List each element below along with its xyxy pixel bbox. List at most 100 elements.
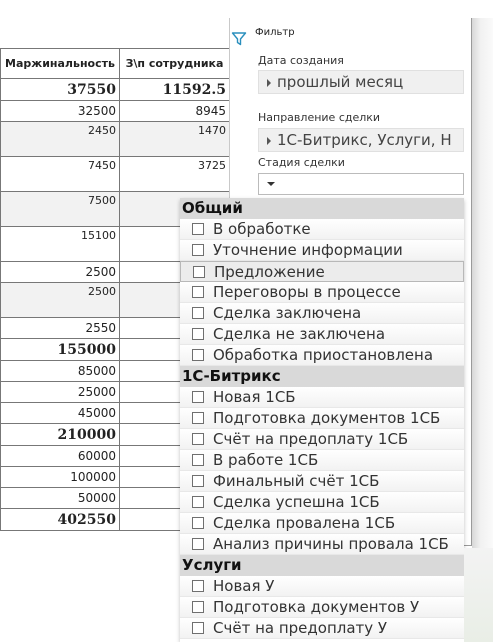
table-row: 7450 3725	[1, 157, 230, 192]
dropdown-option[interactable]: Новая 1СБ	[180, 387, 464, 408]
dropdown-option[interactable]: Предложение	[180, 261, 464, 282]
checkbox-icon[interactable]	[192, 349, 204, 361]
dropdown-option[interactable]: Сделка провалена 1СБ	[180, 513, 464, 534]
cell-margin: 210000	[1, 424, 120, 446]
cell-margin: 45000	[1, 403, 120, 424]
checkbox-icon[interactable]	[192, 223, 204, 235]
column-header-salary: З\п сотрудника	[120, 49, 230, 79]
dropdown-option[interactable]: Уточнение информации	[180, 240, 464, 261]
triangle-right-icon	[267, 137, 271, 145]
dropdown-option-label: Финальный счёт 1СБ	[213, 472, 380, 490]
checkbox-icon[interactable]	[192, 454, 204, 466]
background-fade	[464, 548, 493, 642]
cell-salary: 3725	[120, 157, 230, 192]
dropdown-option-label: Предложение	[214, 263, 325, 281]
stage-label: Стадия сделки	[258, 156, 345, 169]
dropdown-option-label: В обработке	[213, 220, 311, 238]
dropdown-option[interactable]: Обработка приостановлена	[180, 345, 464, 366]
cell-margin: 402550	[1, 509, 120, 531]
dropdown-option[interactable]: В обработке	[180, 219, 464, 240]
cell-salary: 11592.5	[120, 79, 230, 101]
checkbox-icon[interactable]	[192, 391, 204, 403]
cell-margin: 15100	[1, 227, 120, 262]
triangle-right-icon	[267, 79, 271, 87]
direction-label: Направление сделки	[258, 111, 381, 124]
cell-margin: 32500	[1, 101, 120, 122]
dropdown-option[interactable]: Счёт на предоплату У	[180, 618, 464, 639]
dropdown-option[interactable]: Сделка успешна 1СБ	[180, 492, 464, 513]
dropdown-option[interactable]: Финальный счёт 1СБ	[180, 471, 464, 492]
cell-salary: 1470	[120, 122, 230, 157]
dropdown-option[interactable]: Подготовка документов 1СБ	[180, 408, 464, 429]
cell-margin: 2500	[1, 283, 120, 318]
checkbox-icon[interactable]	[192, 286, 204, 298]
dropdown-option-label: Анализ причины провала 1СБ	[213, 535, 449, 553]
dropdown-option[interactable]: В работе 1СБ	[180, 450, 464, 471]
stage-dropdown-list: Общий В обработке Уточнение информации Пред…	[180, 198, 464, 642]
cell-margin: 2500	[1, 262, 120, 283]
cell-salary: 8945	[120, 101, 230, 122]
filter-title: Фильтр	[255, 27, 295, 38]
date-label: Дата создания	[258, 54, 344, 67]
table-header-row: Маржинальность З\п сотрудника	[1, 49, 230, 79]
dropdown-option[interactable]: Сделка заключена	[180, 303, 464, 324]
checkbox-icon[interactable]	[192, 244, 204, 256]
dropdown-option-label: Сделка не заключена	[213, 325, 386, 343]
filter-icon[interactable]	[231, 31, 247, 47]
table-row: 2450 1470	[1, 122, 230, 157]
dropdown-option[interactable]: Подготовка документов У	[180, 597, 464, 618]
column-header-margin: Маржинальность	[1, 49, 120, 79]
stage-select[interactable]	[258, 173, 464, 195]
dropdown-group-header: Общий	[180, 198, 464, 219]
checkbox-icon[interactable]	[192, 622, 204, 634]
checkbox-icon[interactable]	[192, 538, 204, 550]
cell-margin: 100000	[1, 467, 120, 488]
cell-margin: 50000	[1, 488, 120, 509]
dropdown-option-label: Сделка заключена	[213, 304, 362, 322]
dropdown-option-label: Обработка приостановлена	[213, 346, 434, 364]
date-combo[interactable]: прошлый месяц	[258, 70, 464, 94]
table-row: 32500 8945	[1, 101, 230, 122]
panel-shadow	[472, 18, 493, 548]
dropdown-option[interactable]: Переговоры в процессе	[180, 282, 464, 303]
checkbox-icon[interactable]	[192, 517, 204, 529]
dropdown-option-label: Новая 1СБ	[213, 388, 296, 406]
cell-margin: 155000	[1, 339, 120, 361]
direction-combo[interactable]: 1С-Битрикс, Услуги, Н	[258, 128, 464, 152]
dropdown-group-header: Услуги	[180, 555, 464, 576]
dropdown-option-label: Новая У	[213, 577, 275, 595]
direction-value: 1С-Битрикс, Услуги, Н	[277, 131, 452, 149]
dropdown-option[interactable]: Новая У	[180, 576, 464, 597]
dropdown-option-label: Уточнение информации	[213, 241, 403, 259]
dropdown-option-label: Счёт на предоплату У	[213, 619, 388, 637]
cell-margin: 2450	[1, 122, 120, 157]
dropdown-option[interactable]: Сделка не заключена	[180, 324, 464, 345]
cell-margin: 60000	[1, 446, 120, 467]
checkbox-icon[interactable]	[192, 496, 204, 508]
table-row: 37550 11592.5	[1, 79, 230, 101]
cell-margin: 25000	[1, 382, 120, 403]
dropdown-option-label: Переговоры в процессе	[213, 283, 401, 301]
date-value: прошлый месяц	[277, 73, 404, 91]
dropdown-option-label: Сделка успешна 1СБ	[213, 493, 380, 511]
dropdown-option-label: Сделка провалена 1СБ	[213, 514, 396, 532]
checkbox-icon[interactable]	[192, 412, 204, 424]
checkbox-icon[interactable]	[192, 580, 204, 592]
cell-margin: 37550	[1, 79, 120, 101]
checkbox-icon[interactable]	[192, 328, 204, 340]
checkbox-icon[interactable]	[192, 433, 204, 445]
dropdown-option[interactable]: Счёт на предоплату 1СБ	[180, 429, 464, 450]
checkbox-icon[interactable]	[192, 601, 204, 613]
cell-margin: 2550	[1, 318, 120, 339]
dropdown-option-label: Счёт на предоплату 1СБ	[213, 430, 409, 448]
dropdown-option[interactable]: Анализ причины провала 1СБ	[180, 534, 464, 555]
chevron-down-icon	[267, 182, 275, 186]
checkbox-icon[interactable]	[192, 475, 204, 487]
cell-margin: 85000	[1, 361, 120, 382]
dropdown-option-label: В работе 1СБ	[213, 451, 319, 469]
dropdown-group-header: 1С-Битрикс	[180, 366, 464, 387]
checkbox-icon[interactable]	[193, 266, 205, 278]
cell-margin: 7450	[1, 157, 120, 192]
dropdown-option-label: Подготовка документов У	[213, 598, 420, 616]
checkbox-icon[interactable]	[192, 307, 204, 319]
